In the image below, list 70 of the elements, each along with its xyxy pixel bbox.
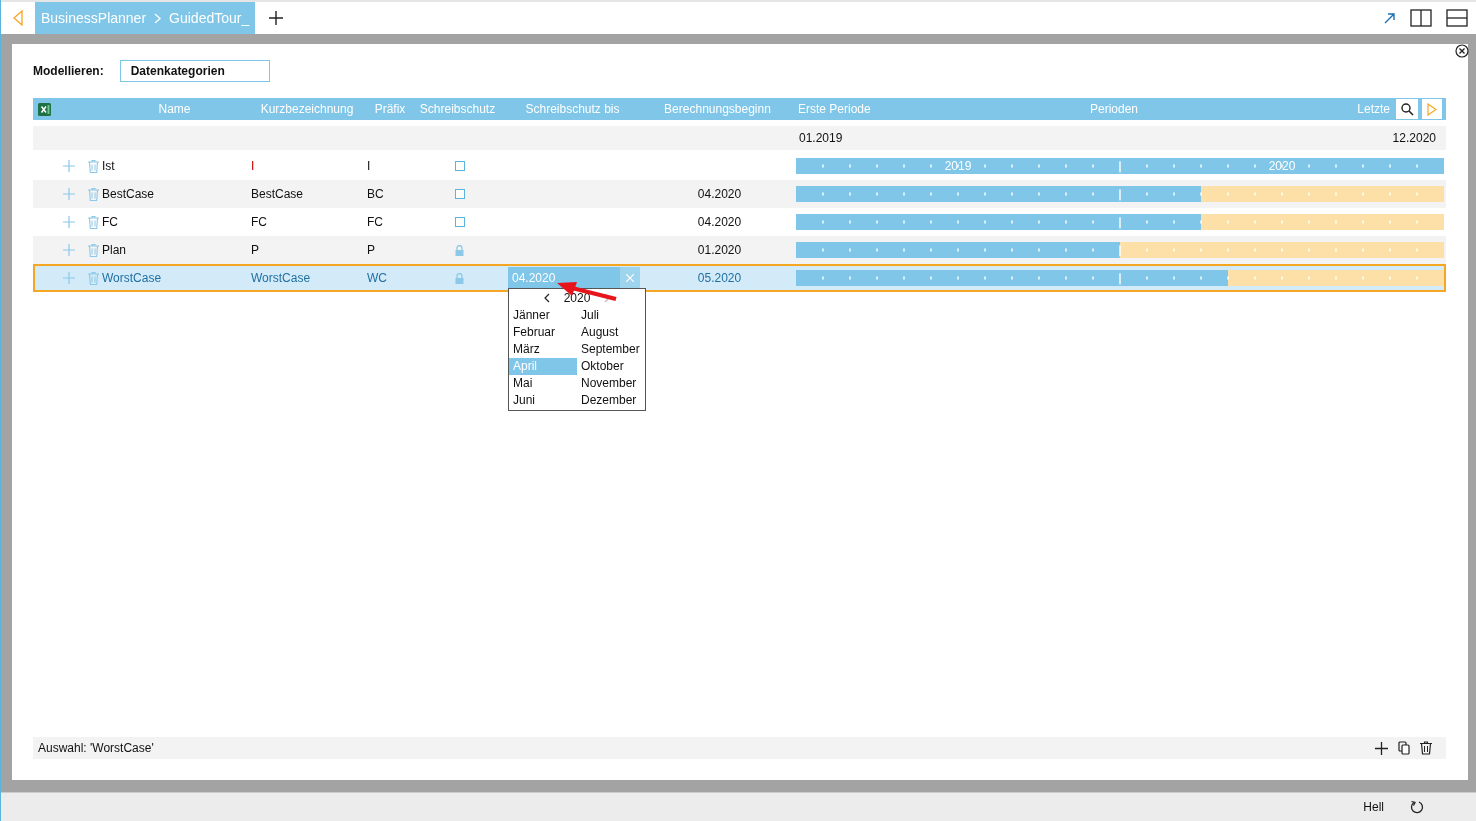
period-bar[interactable]	[796, 214, 1444, 230]
add-icon[interactable]	[1375, 741, 1388, 755]
split-vertical-icon[interactable]	[1410, 9, 1432, 27]
table-cell: 05.2020	[697, 271, 742, 285]
back-icon[interactable]	[12, 10, 24, 26]
table-cell-text: BC	[367, 187, 385, 201]
table-cell-text: WC	[367, 271, 388, 285]
period-bar[interactable]	[796, 242, 1444, 258]
checkbox[interactable]	[454, 161, 465, 171]
table-cell-text: FC	[102, 215, 119, 229]
table-cell: 04.2020	[697, 215, 742, 229]
refresh-icon[interactable]	[1410, 800, 1424, 814]
table-cell-text: BestCase	[102, 187, 156, 201]
table-cell-text: WorstCase	[251, 271, 312, 285]
excel-icon[interactable]	[38, 102, 51, 116]
trash-icon[interactable]	[1420, 741, 1432, 755]
month-option[interactable]: Juni	[509, 392, 577, 409]
month-option[interactable]: Jänner	[509, 307, 577, 324]
year-label: 2019	[944, 158, 972, 174]
last-period-value: 12.2020	[1392, 131, 1436, 145]
chevron-right-icon	[154, 12, 162, 24]
table-cell-text: FC	[367, 215, 384, 229]
table-cell-text: BestCase	[251, 187, 305, 201]
table-cell-text: P	[251, 243, 260, 257]
first-period-value: 01.2019	[799, 131, 843, 145]
table-cell-text: P	[367, 243, 376, 257]
month-option[interactable]: Februar	[509, 324, 577, 341]
table-cell-text: Plan	[102, 243, 128, 257]
table-cell-text: I	[367, 159, 372, 173]
table-cell: 04.2020	[697, 187, 742, 201]
table-row[interactable]: FC FC FC 04.2020	[33, 208, 1446, 236]
split-horizontal-icon[interactable]	[1446, 9, 1468, 27]
table-cell-text: I	[251, 159, 256, 173]
month-option[interactable]: August	[577, 324, 645, 341]
table-row[interactable]: Plan P P 01.2020	[33, 236, 1446, 264]
month-option[interactable]: September	[577, 341, 645, 358]
copy-icon[interactable]	[1398, 741, 1410, 755]
play-icon[interactable]	[1427, 102, 1437, 116]
table-cell-text: WorstCase	[102, 271, 163, 285]
table-cell-text: Ist	[102, 159, 116, 173]
expand-arrow-icon[interactable]	[1384, 12, 1396, 24]
year-label: 2020	[563, 291, 591, 305]
table-cell-text: FC	[251, 215, 268, 229]
selected-table-row[interactable]: WorstCase WorstCase WC 04.2020 05.2020	[33, 264, 1446, 292]
model-label: Modellieren:	[33, 64, 104, 78]
selection-label: Auswahl: 'WorstCase'	[38, 741, 154, 755]
period-bar[interactable]	[796, 186, 1444, 202]
theme-label[interactable]: Hell	[1363, 800, 1384, 814]
month-option[interactable]: Mai	[509, 375, 577, 392]
checkbox[interactable]	[454, 217, 465, 227]
search-button[interactable]	[1396, 99, 1418, 119]
annotation-arrow	[556, 282, 618, 302]
lock-icon[interactable]	[455, 244, 464, 256]
month-option[interactable]: Juli	[577, 307, 645, 324]
add-tab-icon[interactable]	[269, 11, 284, 25]
checkbox[interactable]	[454, 189, 465, 199]
lock-icon[interactable]	[455, 272, 464, 284]
table-row[interactable]: Ist I I 2019 2020	[33, 152, 1446, 180]
year-label: 2020	[1268, 158, 1296, 174]
month-option[interactable]: November	[577, 375, 645, 392]
period-bar[interactable]	[796, 270, 1444, 286]
close-icon[interactable]	[1455, 44, 1469, 58]
month-option[interactable]: März	[509, 341, 577, 358]
month-option[interactable]: Oktober	[577, 358, 645, 375]
table-cell: 01.2020	[697, 243, 742, 257]
table-row[interactable]: BestCase BestCase BC 04.2020	[33, 180, 1446, 208]
month-option[interactable]: Dezember	[577, 392, 645, 409]
model-select[interactable]: Datenkategorien	[119, 60, 270, 82]
clear-button[interactable]	[620, 267, 640, 289]
previous-year-icon[interactable]	[543, 293, 550, 303]
